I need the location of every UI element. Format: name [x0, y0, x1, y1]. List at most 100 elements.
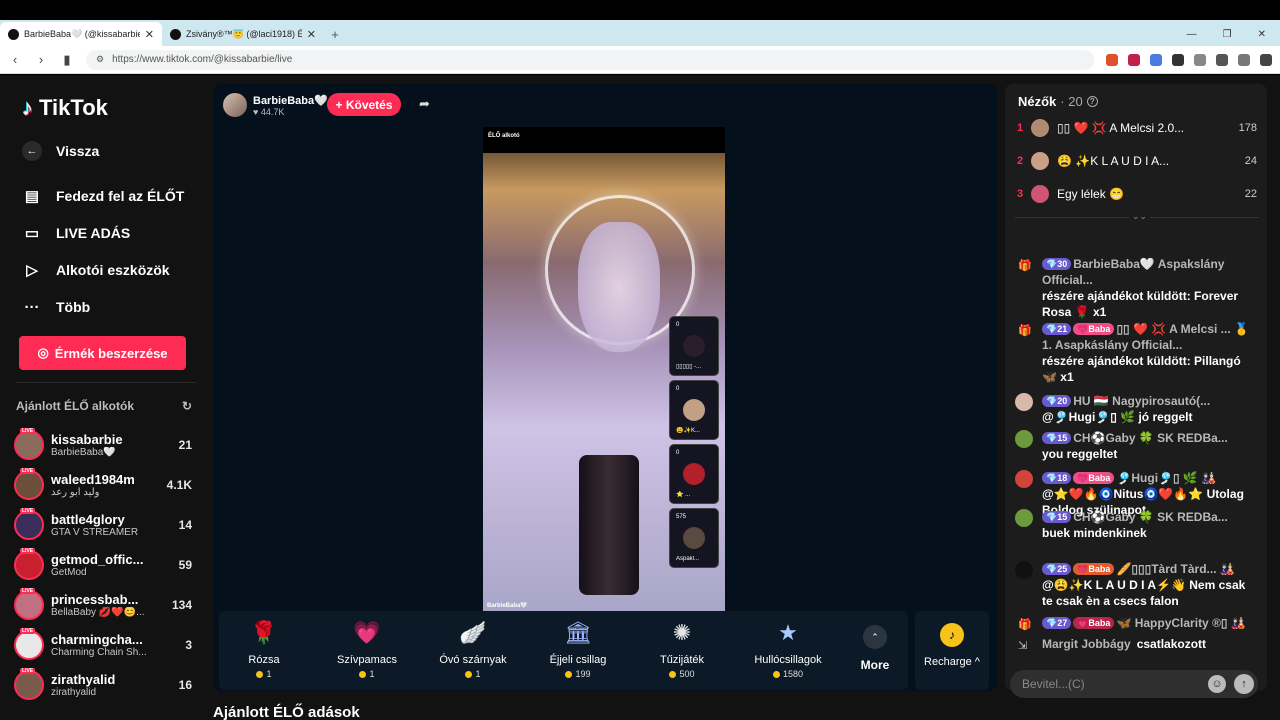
emoji-icon[interactable]: ☺	[1208, 675, 1226, 693]
address-bar[interactable]: ⚙ https://www.tiktok.com/@kissabarbie/li…	[86, 49, 1094, 70]
recharge-button[interactable]: ♪ Recharge ^	[915, 611, 989, 690]
top-viewer-row[interactable]: 2 😩 ✨K L A U D I A... 24	[1017, 150, 1257, 172]
brave-shield-icon[interactable]	[1106, 53, 1118, 66]
viewer-count: 134	[171, 598, 192, 612]
close-tab-icon[interactable]: ✕	[307, 28, 316, 41]
suggested-creator[interactable]: LIVE zirathyalid zirathyalid 16	[14, 667, 192, 703]
gift-item[interactable]: 💗 Szívpamacs 1	[322, 618, 412, 679]
tab-title: BarbieBaba🤍 (@kissabarbie	[24, 28, 140, 39]
suggested-creator[interactable]: LIVE waleed1984m وليد ابو رعد 4.1K	[14, 467, 192, 503]
chat-author[interactable]: 💎30 BarbieBaba🤍 Aspakslány Official...	[1042, 256, 1255, 288]
translate-icon[interactable]	[1150, 53, 1162, 66]
suggested-creator[interactable]: LIVE kissabarbie BarbieBaba🤍 21	[14, 427, 192, 463]
nav-item-explore-live[interactable]: ▤ Fedezd fel az ÉLŐT	[22, 186, 184, 206]
chat-author[interactable]: Margit Jobbágy	[1042, 637, 1131, 651]
avatar[interactable]	[1015, 509, 1033, 527]
back-button[interactable]: ← Vissza	[22, 141, 99, 161]
nav-item-go-live[interactable]: ▭ LIVE ADÁS	[22, 223, 130, 243]
creator-name: zirathyalid	[51, 672, 116, 687]
guest-score: 0	[676, 386, 680, 392]
rewards-icon[interactable]	[1128, 53, 1140, 66]
follow-button[interactable]: + Követés	[327, 93, 401, 116]
bookmark-icon[interactable]: ▮	[60, 52, 74, 68]
chat-author[interactable]: 💎15 CH⚽Gaby 🍀 SK REDBa...	[1042, 430, 1255, 446]
guest-tile[interactable]: 0 😩✨K...	[669, 380, 719, 440]
host-avatar[interactable]	[223, 93, 247, 117]
forward-arrow-icon[interactable]: ›	[34, 52, 48, 67]
tiktok-page: ♪ TikTok ← Vissza ▤ Fedezd fel az ÉLŐT ▭…	[0, 75, 1280, 720]
suggested-creators-header: Ajánlott ÉLŐ alkotók ↻	[16, 399, 192, 413]
viewer-count: 4.1K	[166, 478, 192, 492]
top-viewer-row[interactable]: 3 Egy lélek 😁 22	[1017, 183, 1257, 205]
menu-icon[interactable]	[1260, 53, 1272, 66]
chat-text: @😩✨K L A U D I A⚡👋 Nem csak te csak èn a…	[1042, 578, 1246, 608]
chat-author[interactable]: 💎15 CH⚽Gaby 🍀 SK REDBa...	[1042, 509, 1255, 525]
send-arrow-icon[interactable]: ↑	[1234, 674, 1254, 694]
tiktok-logo[interactable]: ♪ TikTok	[22, 95, 108, 121]
chat-panel: Nézők · 20 ? 1 ▯▯ ❤️ 💢 A Melcsi 2.0... 1…	[1005, 84, 1267, 691]
sidebar-icon[interactable]	[1216, 53, 1228, 66]
chevron-down-icon[interactable]: ⌄⌄	[1129, 211, 1151, 222]
chat-author[interactable]: 💎27 💗Baba 🦋 HappyClarity ®▯ 🎎	[1042, 615, 1255, 631]
viewer-count: 3	[185, 638, 192, 652]
guest-tile[interactable]: 575 Aspakl...	[669, 508, 719, 568]
level-badge: 💎21	[1042, 323, 1072, 335]
close-window-icon[interactable]: ✕	[1258, 29, 1266, 40]
viewer-count: 21	[178, 438, 192, 452]
gift-icon: 🎁	[1018, 325, 1032, 337]
browser-tab[interactable]: Zsivány®™😇 (@laci1918) ÉLŐ adás ✕	[162, 22, 324, 46]
back-arrow-icon[interactable]: ‹	[8, 52, 22, 67]
live-tag: LIVE	[20, 468, 36, 474]
close-tab-icon[interactable]: ✕	[145, 28, 154, 41]
tiktok-note-icon: ♪	[22, 95, 33, 120]
chat-author[interactable]: 💎18 💗Baba 🎐Hugi🎐▯ 🌿 🎎	[1042, 470, 1255, 486]
viewer-count: 14	[178, 518, 192, 532]
suggested-creator[interactable]: LIVE battle4glory GTA V STREAMER 14	[14, 507, 192, 543]
chat-author[interactable]: 💎20 HU 🇭🇺 Nagypirosautó(...	[1042, 393, 1255, 409]
suggested-creator[interactable]: LIVE princessbab... BellaBaby 💋❤️😊... 134	[14, 587, 192, 623]
nav-item-more[interactable]: ··· Több	[22, 297, 91, 317]
creator-nickname: zirathyalid	[51, 687, 97, 698]
guest-avatar	[683, 335, 705, 357]
gift-item[interactable]: 🏛 Éjjeli csillag 199	[533, 618, 623, 679]
chat-input[interactable]: Bevitel...(C) ☺ ↑	[1010, 670, 1258, 698]
wallet-icon[interactable]	[1238, 53, 1250, 66]
info-icon[interactable]: ?	[1086, 96, 1098, 107]
nav-label: LIVE ADÁS	[56, 225, 131, 241]
viewer-count: 16	[178, 678, 192, 692]
new-tab-button[interactable]: +	[324, 27, 346, 46]
host-info[interactable]: BarbieBaba🤍 ♥ 44.7K	[223, 93, 328, 117]
maximize-icon[interactable]: ❐	[1223, 29, 1232, 40]
gift-item[interactable]: ✺ Tűzijáték 500	[637, 618, 727, 679]
gift-item[interactable]: ★ Hullócsillagok 1580	[743, 618, 833, 679]
chat-author[interactable]: 💎21 💗Baba ▯▯ ❤️ 💢 A Melcsi ... 🥇1. Asapkás…	[1042, 321, 1255, 353]
suggested-creator[interactable]: LIVE getmod_offic... GetMod 59	[14, 547, 192, 583]
chat-author[interactable]: 💎25 💗Baba 🥖▯▯▯Tàrd Tàrd... 🎎	[1042, 561, 1255, 577]
avatar[interactable]	[1015, 561, 1033, 579]
puzzle-icon[interactable]	[1194, 53, 1206, 66]
extensions-area	[1106, 53, 1272, 66]
get-coins-button[interactable]: ◎ Érmék beszerzése	[19, 336, 186, 370]
refresh-icon[interactable]: ↻	[182, 399, 192, 413]
chat-author-name: 🎐Hugi🎐▯ 🌿 🎎	[1116, 471, 1217, 485]
avatar[interactable]	[1015, 470, 1033, 488]
guest-tile[interactable]: 0 ▯▯▯▯▯ -...	[669, 316, 719, 376]
guest-tile[interactable]: 0 ⭐ ...	[669, 444, 719, 504]
top-viewer-row[interactable]: 1 ▯▯ ❤️ 💢 A Melcsi 2.0... 178	[1017, 117, 1257, 139]
suggested-creator[interactable]: LIVE charmingcha... Charming Chain Sh... …	[14, 627, 192, 663]
avatar[interactable]	[1015, 430, 1033, 448]
avatar[interactable]	[1015, 393, 1033, 411]
gift-bar: 🌹 Rózsa 1 💗 Szívpamacs 1 🪽 Óvó szárnyak …	[219, 611, 908, 690]
back-arrow-icon: ←	[22, 141, 42, 161]
more-gifts-button[interactable]: ⌃ More	[855, 625, 895, 672]
gift-item[interactable]: 🌹 Rózsa 1	[219, 618, 309, 679]
nav-item-creator-tools[interactable]: ▷ Alkotói eszközök	[22, 260, 169, 280]
level-badge: 💎30	[1042, 258, 1072, 270]
minimize-icon[interactable]: —	[1187, 29, 1197, 40]
browser-tab-active[interactable]: BarbieBaba🤍 (@kissabarbie ✕	[0, 22, 162, 46]
avatar: LIVE	[14, 428, 44, 460]
site-settings-icon[interactable]: ⚙	[96, 54, 104, 65]
share-icon[interactable]: ➦	[419, 96, 430, 112]
extension-icon[interactable]	[1172, 53, 1184, 66]
gift-item[interactable]: 🪽 Óvó szárnyak 1	[428, 618, 518, 679]
